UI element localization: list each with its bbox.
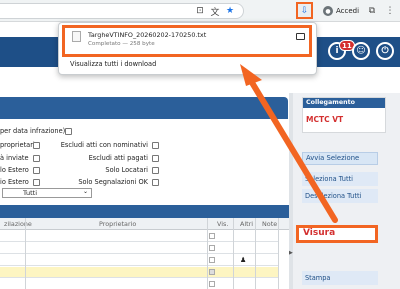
- right-option-label-1: Escludi atti con nominativi: [60, 141, 148, 149]
- right-option-checkbox-1[interactable]: [152, 142, 159, 149]
- extensions-icon[interactable]: ⧉: [366, 5, 378, 17]
- column-header-vis[interactable]: Vis.: [217, 220, 228, 228]
- account-icon: ●: [323, 6, 333, 16]
- collegamento-value: MCTC VT: [306, 115, 344, 124]
- download-icon: ⇩: [300, 5, 309, 16]
- stampa-link[interactable]: Stampa: [302, 271, 378, 285]
- left-option-checkbox-3[interactable]: [33, 167, 40, 174]
- translate-icon[interactable]: 文: [209, 5, 221, 18]
- table-row[interactable]: [0, 243, 278, 254]
- panel-splitter[interactable]: [289, 93, 293, 289]
- date-filter-checkbox[interactable]: [65, 128, 72, 135]
- results-grid-header: [0, 205, 290, 218]
- right-option-label-2: Escludi atti pagati: [88, 154, 148, 162]
- row-visible-checkbox[interactable]: [209, 281, 215, 287]
- visura-button[interactable]: Visura: [303, 228, 335, 238]
- deseleziona-tutti-link[interactable]: Deseleziona Tutti: [302, 189, 378, 203]
- right-option-label-4: Solo Segnalazioni OK: [78, 178, 148, 186]
- download-button[interactable]: ⇩: [296, 2, 313, 19]
- folder-icon[interactable]: [296, 33, 305, 40]
- grid-divider: [255, 218, 256, 289]
- left-option-checkbox-2[interactable]: [33, 155, 40, 162]
- save-to-pocket-icon[interactable]: ⊡: [194, 5, 206, 17]
- left-option-label-2: à inviate: [0, 154, 29, 162]
- avvia-selezione-button[interactable]: Avvia Selezione: [302, 152, 378, 165]
- table-row[interactable]: [0, 231, 278, 242]
- address-bar[interactable]: [0, 3, 244, 19]
- accedi-label: Accedi: [336, 7, 360, 15]
- table-row[interactable]: [0, 255, 278, 266]
- chevron-down-icon: ⌄: [82, 188, 88, 195]
- filter-panel-header: [0, 97, 288, 119]
- column-header-owner[interactable]: Proprietario: [99, 220, 136, 228]
- column-header-1[interactable]: zilazione: [4, 220, 32, 228]
- table-row[interactable]: [0, 267, 278, 278]
- filter-select-value: Tutti: [23, 189, 38, 197]
- user-icon[interactable]: ☺: [352, 42, 370, 60]
- seleziona-tutti-link[interactable]: Seleziona Tutti: [302, 172, 378, 186]
- grid-divider: [278, 218, 279, 289]
- right-option-checkbox-4[interactable]: [152, 179, 159, 186]
- row-visible-checkbox[interactable]: [209, 233, 215, 239]
- table-row[interactable]: [0, 279, 278, 289]
- show-all-downloads-link[interactable]: Visualizza tutti i download: [70, 60, 156, 68]
- left-option-checkbox-1[interactable]: [33, 142, 40, 149]
- file-icon: [72, 31, 81, 42]
- left-option-checkbox-4[interactable]: [33, 179, 40, 186]
- power-icon[interactable]: ⏻: [376, 42, 394, 60]
- row-visible-checkbox[interactable]: [209, 257, 215, 263]
- download-file-name: TargheVTINFO_20260202-170250.txt: [88, 31, 207, 39]
- collapse-arrow-icon[interactable]: ▶: [289, 250, 293, 256]
- bookmark-star-icon[interactable]: ★: [224, 5, 236, 17]
- grid-divider: [207, 218, 208, 289]
- row-visible-checkbox[interactable]: [209, 269, 215, 275]
- column-header-altri[interactable]: Altri: [240, 220, 253, 228]
- right-option-label-3: Solo Locatari: [105, 166, 148, 174]
- left-option-label-3: lo Estero: [0, 166, 29, 174]
- accedi-button[interactable]: ● Accedi: [318, 4, 364, 18]
- left-option-label-4: io Estero: [0, 178, 29, 186]
- date-filter-label: per data infrazione): [0, 127, 66, 135]
- filter-select[interactable]: Tutti ⌄: [2, 188, 92, 198]
- grid-divider: [25, 218, 26, 289]
- menu-icon[interactable]: ⋮: [384, 5, 396, 17]
- grid-divider: [233, 218, 234, 289]
- right-option-checkbox-3[interactable]: [152, 167, 159, 174]
- column-header-note[interactable]: Note: [262, 220, 277, 228]
- collegamento-title: Collegamento: [303, 98, 385, 108]
- row-visible-checkbox[interactable]: [209, 245, 215, 251]
- download-status: Completato — 258 byte: [88, 41, 155, 47]
- person-icon[interactable]: ♟: [240, 256, 246, 264]
- right-option-checkbox-2[interactable]: [152, 155, 159, 162]
